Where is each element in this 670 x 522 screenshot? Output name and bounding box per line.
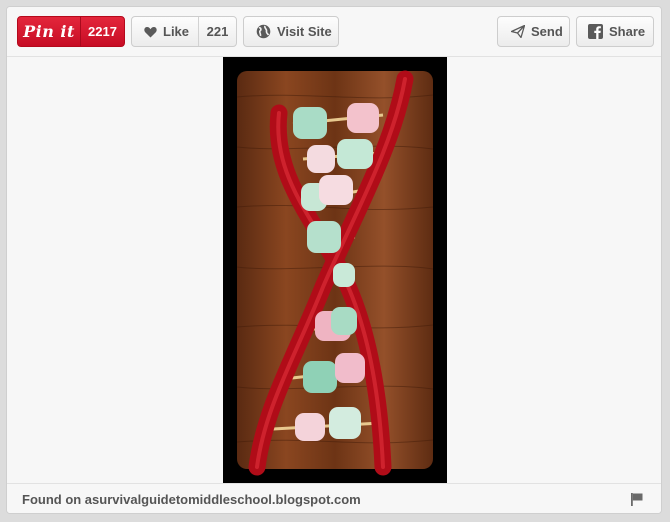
pin-toolbar: Pin it 2217 Like 221 Visit Site Send Sha… bbox=[7, 7, 661, 57]
pin-footer: Found on asurvivalguidetomiddleschool.bl… bbox=[7, 483, 661, 513]
flag-icon[interactable] bbox=[631, 493, 643, 511]
found-on-link[interactable]: Found on asurvivalguidetomiddleschool.bl… bbox=[22, 492, 361, 507]
pin-photo[interactable] bbox=[223, 57, 447, 483]
share-label: Share bbox=[609, 24, 646, 39]
pin-count: 2217 bbox=[80, 17, 124, 46]
paper-plane-icon bbox=[511, 25, 525, 38]
send-button[interactable]: Send bbox=[497, 16, 570, 47]
like-count: 221 bbox=[198, 17, 236, 46]
like-part[interactable]: Like bbox=[132, 17, 198, 46]
send-label: Send bbox=[531, 24, 563, 39]
visit-site-button[interactable]: Visit Site bbox=[243, 16, 339, 47]
like-button[interactable]: Like 221 bbox=[131, 16, 237, 47]
pin-image-area bbox=[7, 57, 661, 483]
heart-icon bbox=[144, 26, 157, 38]
pin-card: Pin it 2217 Like 221 Visit Site Send Sha… bbox=[6, 6, 662, 514]
visit-site-label: Visit Site bbox=[277, 24, 332, 39]
facebook-icon bbox=[588, 24, 603, 39]
like-label: Like bbox=[163, 24, 190, 39]
share-button[interactable]: Share bbox=[576, 16, 654, 47]
dna-model-photo bbox=[236, 70, 434, 476]
pin-it-label: Pin it bbox=[23, 22, 75, 41]
globe-icon bbox=[256, 24, 271, 39]
pin-it-button[interactable]: Pin it 2217 bbox=[17, 16, 125, 47]
